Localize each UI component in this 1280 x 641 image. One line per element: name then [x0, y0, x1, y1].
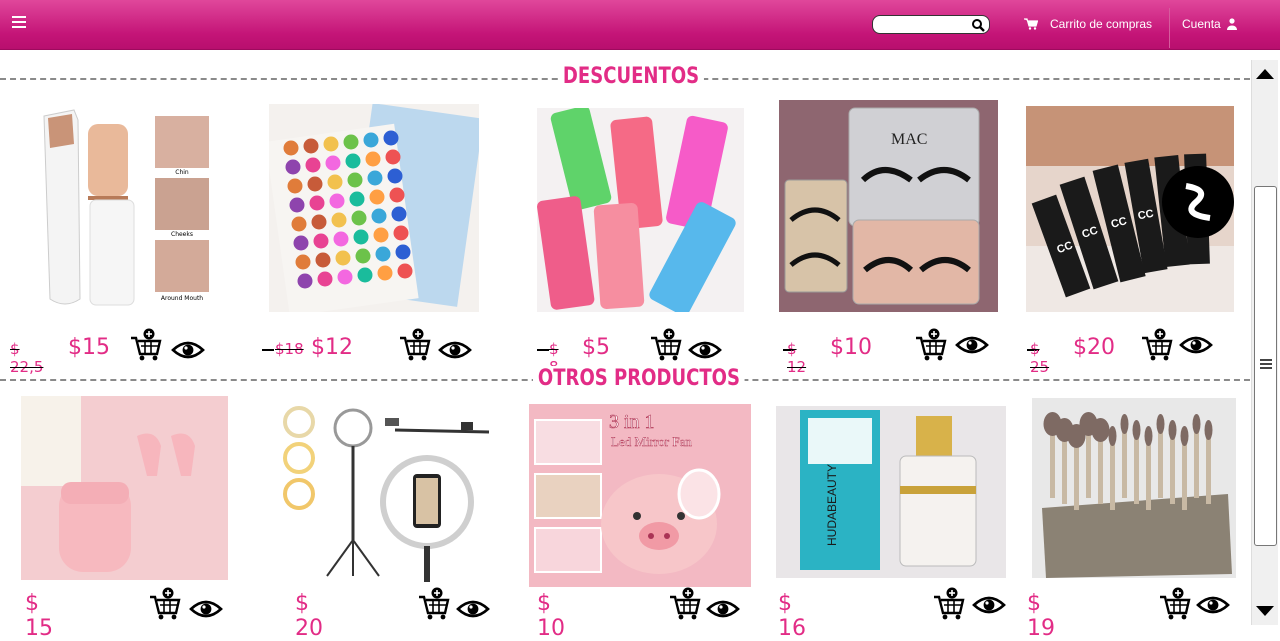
- nav-divider: [1169, 8, 1170, 48]
- account-link[interactable]: Cuenta: [1182, 17, 1237, 31]
- user-icon: [1226, 18, 1237, 30]
- product-image[interactable]: [275, 400, 497, 582]
- product-image[interactable]: [269, 104, 479, 312]
- sale-price: $15: [68, 335, 110, 360]
- add-to-cart-icon[interactable]: [914, 328, 948, 362]
- image-label: Cheeks: [171, 231, 193, 238]
- price-dash: [537, 349, 549, 351]
- page-scrollbar[interactable]: [1251, 60, 1278, 625]
- view-eye-icon[interactable]: [456, 598, 490, 620]
- product-price: $ 16: [778, 591, 806, 641]
- scroll-up-arrow-icon[interactable]: [1254, 62, 1276, 84]
- product-image[interactable]: [21, 396, 228, 580]
- product-image[interactable]: HUDABEAUTY: [776, 406, 1006, 578]
- search-icon[interactable]: [971, 18, 985, 32]
- view-eye-icon[interactable]: [171, 339, 205, 361]
- hamburger-icon[interactable]: [12, 16, 26, 30]
- view-eye-icon[interactable]: [438, 339, 472, 361]
- add-to-cart-icon[interactable]: [668, 587, 702, 621]
- sale-price: $10: [830, 335, 872, 360]
- svg-text:MAC: MAC: [891, 131, 927, 148]
- product-price: $ 20: [295, 591, 323, 641]
- cart-label: Carrito de compras: [1050, 17, 1153, 31]
- add-to-cart-icon[interactable]: [129, 328, 163, 362]
- add-to-cart-icon[interactable]: [1158, 587, 1192, 621]
- top-navigation-bar: Carrito de compras Cuenta: [0, 0, 1280, 50]
- price-dash: [262, 349, 274, 351]
- view-eye-icon[interactable]: [972, 594, 1006, 616]
- product-image[interactable]: [537, 108, 744, 312]
- search-input[interactable]: [879, 19, 975, 37]
- add-to-cart-icon[interactable]: [649, 328, 683, 362]
- image-label: Around Mouth: [161, 295, 203, 302]
- sale-price: $20: [1073, 335, 1115, 360]
- product-image[interactable]: [1032, 398, 1236, 578]
- image-title: Led Mirror Fan: [611, 434, 692, 449]
- add-to-cart-icon[interactable]: [1140, 328, 1174, 362]
- account-label: Cuenta: [1182, 17, 1221, 31]
- discounts-title: DESCUENTOS: [558, 64, 705, 89]
- add-to-cart-icon[interactable]: [148, 587, 182, 621]
- old-price: $ 12: [787, 340, 807, 376]
- view-eye-icon[interactable]: [1196, 594, 1230, 616]
- shopping-cart-link[interactable]: Carrito de compras: [1024, 17, 1152, 31]
- add-to-cart-icon[interactable]: [417, 587, 451, 621]
- image-label: Chin: [175, 169, 189, 176]
- product-image[interactable]: MAC: [779, 100, 998, 312]
- view-eye-icon[interactable]: [688, 339, 722, 361]
- grip-icon: [1260, 359, 1272, 371]
- product-price: $ 10: [537, 591, 565, 641]
- product-price: $ 15: [25, 591, 53, 641]
- sale-price: $12: [311, 335, 353, 360]
- scroll-down-arrow-icon[interactable]: [1254, 601, 1276, 623]
- old-price: $ 25: [1030, 340, 1050, 376]
- product-image[interactable]: CC CC CC CC CC: [1026, 106, 1234, 312]
- image-title: 3 in 1: [609, 411, 655, 433]
- old-price: $ 22,5: [10, 340, 44, 376]
- view-eye-icon[interactable]: [706, 598, 740, 620]
- sale-price: $5: [582, 335, 610, 360]
- view-eye-icon[interactable]: [955, 334, 989, 356]
- product-image[interactable]: 3 in 1 Led Mirror Fan: [529, 404, 751, 587]
- cart-icon: [1024, 18, 1038, 30]
- view-eye-icon[interactable]: [1179, 334, 1213, 356]
- svg-text:HUDABEAUTY: HUDABEAUTY: [825, 464, 839, 546]
- add-to-cart-icon[interactable]: [932, 587, 966, 621]
- product-image[interactable]: Chin Cheeks Around Mouth: [30, 104, 220, 314]
- scrollbar-thumb[interactable]: [1254, 186, 1277, 546]
- old-price: $18: [275, 340, 304, 358]
- view-eye-icon[interactable]: [189, 598, 223, 620]
- other-products-title: OTROS PRODUCTOS: [533, 366, 745, 391]
- add-to-cart-icon[interactable]: [398, 328, 432, 362]
- product-price: $ 19: [1027, 591, 1055, 641]
- search-box: [872, 15, 990, 37]
